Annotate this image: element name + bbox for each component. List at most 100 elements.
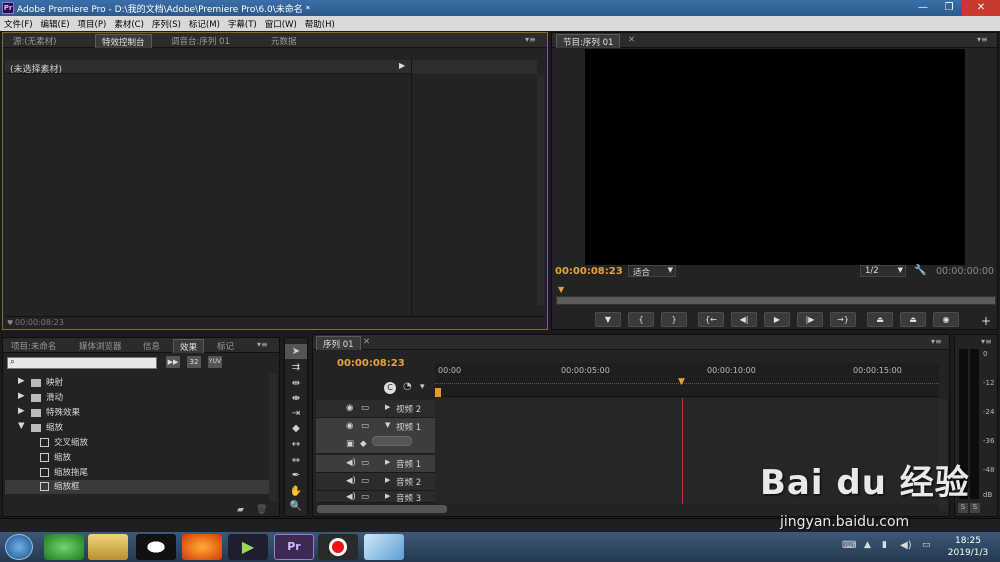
timeline-timecode[interactable]: 00:00:08:23 — [337, 358, 405, 369]
tab-metadata[interactable]: 元数据 — [265, 34, 303, 48]
export-frame-camera-icon[interactable]: ◉ — [933, 312, 959, 327]
track-video-2[interactable]: ◉ ▭ ▶ 视频 2 — [316, 400, 436, 418]
close-button[interactable]: ✕ — [962, 0, 1000, 16]
track-video-1[interactable]: ◉ ▭ ▼ 视频 1 ▣ ◆ — [316, 418, 436, 454]
panel-menu-icon[interactable]: ▾≡ — [257, 340, 268, 349]
menu-clip[interactable]: 素材(C) — [110, 16, 148, 30]
32bit-effects-badge[interactable]: 32 — [187, 356, 201, 368]
effect-controls-timecode[interactable]: 00:00:08:23 — [15, 318, 64, 327]
file-explorer-icon[interactable] — [88, 534, 128, 560]
extract-button[interactable]: ⏏ — [900, 312, 926, 327]
speaker-icon[interactable]: ◀) — [346, 476, 356, 486]
resolution-dropdown[interactable]: 1/2 ▼ — [860, 265, 906, 277]
track-audio-1[interactable]: ◀) ▭ ▶ 音频 1 — [316, 455, 436, 473]
tab-audio-mixer[interactable]: 调音台:序列 01 — [165, 34, 236, 48]
close-tab-icon[interactable]: ✕ — [363, 337, 370, 347]
lock-icon[interactable]: ▭ — [361, 403, 369, 413]
network-icon[interactable]: ▭ — [922, 540, 931, 550]
vertical-scrollbar[interactable] — [269, 374, 277, 502]
set-encore-marker-icon[interactable]: ◔ — [403, 381, 412, 392]
effects-search-input[interactable]: ⌕ — [7, 357, 157, 369]
ripple-edit-tool-icon[interactable]: ⇹ — [285, 376, 307, 391]
solo-left-button[interactable]: S — [958, 503, 968, 513]
menu-window[interactable]: 窗口(W) — [261, 16, 301, 30]
rolling-edit-tool-icon[interactable]: ⇼ — [285, 391, 307, 406]
speaker-icon[interactable]: ◀) — [346, 492, 356, 502]
tab-effect-controls[interactable]: 特效控制台 — [95, 34, 152, 48]
panel-menu-icon[interactable]: ▾≡ — [981, 337, 992, 346]
fit-dropdown[interactable]: 适合 ▼ — [628, 265, 676, 278]
notepad-icon[interactable] — [364, 534, 404, 560]
keyboard-tray-icon[interactable]: ⌨ — [842, 540, 856, 551]
track-audio-2[interactable]: ◀) ▭ ▶ 音频 2 — [316, 473, 436, 491]
snap-icon[interactable]: C — [384, 382, 396, 394]
tab-markers[interactable]: 标记 — [211, 339, 240, 353]
eye-icon[interactable]: ◉ — [346, 403, 353, 413]
horizontal-scrollbar[interactable] — [317, 505, 447, 513]
wrench-icon[interactable]: 🔧 — [914, 265, 926, 276]
hand-tool-icon[interactable]: ✋ — [285, 484, 307, 499]
panel-menu-icon[interactable]: ▾≡ — [977, 35, 988, 44]
minimize-button[interactable]: — — [910, 0, 936, 16]
taskbar-app-icon[interactable] — [44, 534, 84, 560]
go-to-in-button[interactable]: {← — [698, 312, 724, 327]
clock-time[interactable]: 18:25 — [950, 536, 986, 546]
start-button[interactable] — [5, 534, 33, 560]
expand-arrow-icon[interactable]: ▶ — [385, 403, 390, 411]
program-timecode[interactable]: 00:00:08:23 — [555, 266, 623, 277]
tab-sequence-01[interactable]: 序列 01 — [316, 336, 361, 350]
expand-arrow-icon[interactable]: ▶ — [385, 492, 390, 500]
tab-program[interactable]: 节目:序列 01 — [556, 34, 621, 48]
track-audio-3[interactable]: ◀) ▭ ▶ 音频 3 — [316, 491, 436, 504]
yuv-effects-badge[interactable]: YUV — [208, 356, 222, 368]
speaker-icon[interactable]: ◀) — [346, 458, 356, 468]
display-style-icon[interactable]: ▣ — [346, 439, 354, 449]
battery-icon[interactable]: ▮ — [882, 540, 887, 550]
button-editor-plus-icon[interactable]: + — [981, 314, 991, 328]
lock-icon[interactable]: ▭ — [361, 476, 369, 486]
record-icon[interactable] — [318, 534, 358, 560]
menu-project[interactable]: 项目(P) — [74, 16, 111, 30]
delete-icon[interactable]: 🗑 — [256, 505, 267, 515]
clock-date[interactable]: 2019/1/3 — [940, 548, 996, 558]
maximize-button[interactable]: ❐ — [936, 0, 962, 16]
collapse-arrow-icon[interactable]: ▼ — [385, 421, 390, 429]
zoom-tool-icon[interactable]: 🔍 — [285, 499, 307, 514]
rate-stretch-tool-icon[interactable]: ⇥ — [285, 406, 307, 421]
mark-out-button[interactable]: } — [661, 312, 687, 327]
lock-icon[interactable]: ▭ — [361, 458, 369, 468]
selection-tool-icon[interactable]: ➤ — [285, 344, 307, 359]
eye-icon[interactable]: ◉ — [346, 421, 353, 431]
slide-tool-icon[interactable]: ⇔ — [285, 453, 307, 468]
lock-icon[interactable]: ▭ — [361, 492, 369, 502]
menu-file[interactable]: 文件(F) — [0, 16, 37, 30]
qq-icon[interactable] — [136, 534, 176, 560]
media-player-icon[interactable]: ▶ — [228, 534, 268, 560]
add-marker-button[interactable]: ▼ — [595, 312, 621, 327]
menu-sequence[interactable]: 序列(S) — [148, 16, 185, 30]
keyframe-icon[interactable]: ◆ — [360, 439, 367, 449]
playhead-marker-icon[interactable]: ▼ — [678, 377, 685, 387]
accelerated-effects-icon[interactable]: ▶▶ — [166, 356, 180, 368]
panel-menu-icon[interactable]: ▾≡ — [525, 35, 536, 44]
step-back-button[interactable]: ◀| — [731, 312, 757, 327]
menu-marker[interactable]: 标记(M) — [185, 16, 224, 30]
expand-arrow-icon[interactable]: ▶ — [385, 458, 390, 466]
expand-arrow-icon[interactable]: ▶ — [399, 61, 405, 70]
timeline-ruler[interactable]: 00:00 00:00:05:00 00:00:10:00 00:00:15:0… — [435, 363, 939, 397]
lock-icon[interactable]: ▭ — [361, 421, 369, 431]
pen-tool-icon[interactable]: ✒ — [285, 468, 307, 483]
tab-media-browser[interactable]: 媒体浏览器 — [73, 339, 128, 353]
vertical-scrollbar[interactable] — [537, 75, 544, 305]
premiere-taskbar-icon[interactable]: Pr — [274, 534, 314, 560]
menu-edit[interactable]: 编辑(E) — [37, 16, 74, 30]
tab-source[interactable]: 源:(无素材) — [7, 34, 63, 48]
tab-project[interactable]: 项目:未命名 — [5, 339, 62, 353]
expand-arrow-icon[interactable]: ▶ — [385, 476, 390, 484]
tray-arrow-icon[interactable]: ▲ — [864, 540, 871, 550]
work-area-start-marker[interactable] — [435, 388, 441, 397]
playhead-marker-icon[interactable]: ▼ — [558, 285, 564, 294]
lift-button[interactable]: ⏏ — [867, 312, 893, 327]
program-time-ruler[interactable]: ▼ — [556, 285, 996, 305]
razor-tool-icon[interactable]: ◆ — [285, 421, 307, 436]
